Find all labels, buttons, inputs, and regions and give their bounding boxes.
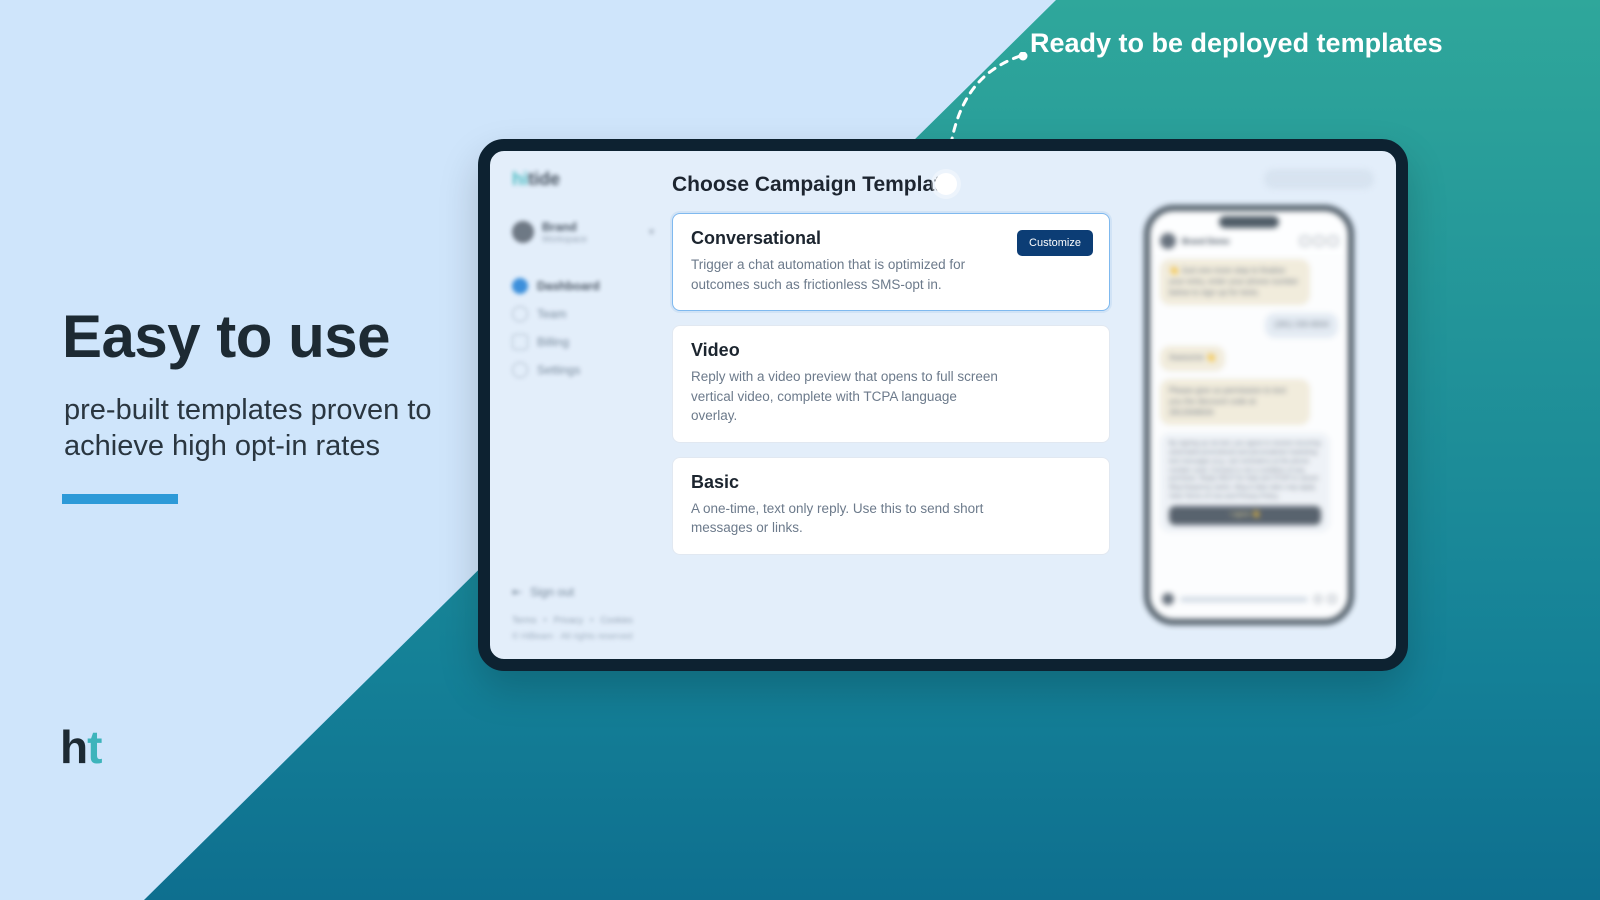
workspace-avatar — [512, 221, 534, 243]
privacy-link[interactable]: Privacy — [554, 615, 584, 625]
logo-tide: tide — [528, 169, 560, 189]
sidebar: hitide Brand Workspace ▾ Dashboard Team … — [512, 169, 654, 641]
chevron-down-icon: ▾ — [649, 227, 654, 238]
video-call-icon — [1300, 236, 1310, 246]
ht-logo-badge: ht — [60, 720, 101, 774]
template-description: A one-time, text only reply. Use this to… — [691, 499, 1001, 538]
camera-icon[interactable] — [1328, 595, 1336, 603]
chat-bubble-user: (281) 330-8004 — [1265, 313, 1338, 338]
logo-hi: hi — [512, 169, 528, 189]
template-description: Trigger a chat automation that is optimi… — [691, 255, 1001, 294]
chat-input-avatar — [1162, 593, 1174, 605]
terms-link[interactable]: Terms — [512, 615, 537, 625]
annotation-label: Ready to be deployed templates — [1030, 28, 1443, 59]
chat-bubble-bot: Awesome 👋 — [1160, 346, 1225, 371]
chat-header: Brand Demo — [1160, 233, 1338, 249]
sidebar-item-label: Dashboard — [537, 279, 600, 293]
sign-out-label: Sign out — [530, 585, 574, 599]
cookies-link[interactable]: Cookies — [600, 615, 633, 625]
chat-avatar — [1160, 233, 1176, 249]
phone-mockup: Brand Demo 👋 Just one more step to final… — [1144, 205, 1354, 625]
preview-template-button[interactable] — [1264, 169, 1374, 189]
sidebar-item-dashboard[interactable]: Dashboard — [512, 278, 654, 294]
team-icon — [512, 306, 528, 322]
mic-icon[interactable] — [1314, 595, 1322, 603]
ht-logo-t: t — [87, 721, 101, 773]
annotation-endpoint — [935, 173, 957, 195]
chat-bubble-bot: Please give us permission to text you th… — [1160, 379, 1310, 425]
sidebar-nav: Dashboard Team Billing Settings — [512, 278, 654, 378]
sidebar-item-label: Billing — [537, 335, 569, 349]
signout-icon: ⇤ — [512, 585, 522, 599]
sidebar-item-billing[interactable]: Billing — [512, 334, 654, 350]
sidebar-item-label: Settings — [537, 363, 580, 377]
chat-terms-block: By signing up via text, you agree to rec… — [1160, 433, 1330, 531]
template-description: Reply with a video preview that opens to… — [691, 367, 1001, 426]
chat-terms-text: By signing up via text, you agree to rec… — [1169, 440, 1320, 500]
phone-preview-panel: Brand Demo 👋 Just one more step to final… — [1124, 169, 1374, 641]
sidebar-item-label: Team — [537, 307, 566, 321]
page-title: Choose Campaign Template — [672, 173, 1110, 197]
template-card-conversational[interactable]: Conversational Trigger a chat automation… — [672, 213, 1110, 311]
agree-button[interactable]: I agree 👋 — [1169, 506, 1321, 525]
billing-icon — [512, 334, 528, 350]
legal-links: Terms• Privacy• Cookies — [512, 615, 654, 625]
chat-bubble-bot: 👋 Just one more step to finalize your en… — [1160, 259, 1310, 305]
audio-call-icon — [1314, 236, 1324, 246]
sidebar-item-team[interactable]: Team — [512, 306, 654, 322]
hero-subtitle: pre-built templates proven to achieve hi… — [64, 392, 484, 465]
info-icon — [1328, 236, 1338, 246]
template-title: Basic — [691, 472, 1091, 493]
app-logo: hitide — [512, 169, 654, 190]
copyright: © HiBeam · All rights reserved — [512, 631, 654, 641]
ht-logo-h: h — [60, 721, 87, 773]
accent-bar — [62, 494, 178, 504]
workspace-switcher[interactable]: Brand Workspace ▾ — [512, 220, 654, 244]
template-card-basic[interactable]: Basic A one-time, text only reply. Use t… — [672, 457, 1110, 555]
phone-notch — [1219, 216, 1279, 228]
template-card-video[interactable]: Video Reply with a video preview that op… — [672, 325, 1110, 443]
hero-title: Easy to use — [62, 302, 390, 371]
chat-input-row — [1160, 589, 1338, 609]
chat-text-input[interactable] — [1180, 597, 1308, 602]
dashboard-icon — [512, 278, 528, 294]
sign-out-button[interactable]: ⇤ Sign out — [512, 585, 654, 599]
customize-button[interactable]: Customize — [1017, 230, 1093, 256]
app-window: hitide Brand Workspace ▾ Dashboard Team … — [478, 139, 1408, 671]
workspace-sublabel: Workspace — [542, 234, 587, 244]
main-content: Choose Campaign Template Conversational … — [654, 169, 1124, 641]
template-title: Video — [691, 340, 1091, 361]
workspace-name: Brand — [542, 220, 587, 234]
chat-brand-name: Brand Demo — [1182, 237, 1230, 246]
settings-icon — [512, 362, 528, 378]
sidebar-item-settings[interactable]: Settings — [512, 362, 654, 378]
